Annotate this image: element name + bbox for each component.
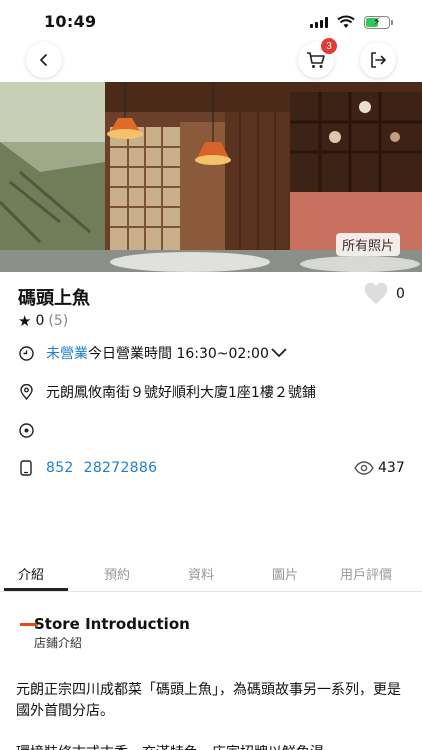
- clock-icon: [18, 345, 34, 361]
- location-icon: [18, 384, 34, 400]
- phone-icon: [18, 460, 34, 476]
- extra-info-row[interactable]: [18, 422, 46, 438]
- rating: ★ 0 (5): [18, 312, 68, 330]
- logout-icon: [371, 52, 386, 68]
- heart-icon: [364, 283, 388, 304]
- eye-icon: [354, 461, 374, 475]
- cart-badge: 3: [321, 38, 337, 54]
- battery-icon: ⚡: [364, 15, 393, 29]
- like-button[interactable]: 0: [364, 283, 405, 305]
- tab-introduction[interactable]: 介紹: [18, 564, 44, 583]
- tab-reviews[interactable]: 用戶評價: [340, 564, 392, 583]
- opening-hours: 今日營業時間 16:30~02:00: [88, 346, 269, 362]
- address: 元朗鳳攸南街９號好順利大廈1座1樓２號鋪: [46, 385, 316, 401]
- phone-row[interactable]: 852 28272886: [18, 460, 157, 476]
- back-icon: [40, 54, 47, 66]
- back-button[interactable]: [26, 42, 62, 78]
- star-icon: ★: [18, 312, 32, 330]
- tab-photos[interactable]: 圖片: [272, 564, 298, 583]
- intro-body: 元朗正宗四川成都菜「碼頭上魚」，為碼頭故事另一系列，更是國外首間分店。: [16, 682, 401, 719]
- phone-number[interactable]: 28272886: [84, 460, 158, 476]
- chevron-down-icon: [271, 348, 287, 358]
- rating-value: 0: [35, 313, 45, 329]
- open-status: 未營業: [46, 346, 88, 362]
- cart-icon: [307, 52, 325, 68]
- tab-info[interactable]: 資料: [188, 564, 214, 583]
- address-row[interactable]: 元朗鳳攸南街９號好順利大廈1座1樓２號鋪: [18, 382, 316, 402]
- hero-photo[interactable]: 所有照片: [0, 82, 422, 272]
- wifi-icon: [337, 15, 355, 28]
- status-time: 10:49: [44, 12, 97, 31]
- opening-hours-row[interactable]: 未營業 今日營業時間 16:30~02:00: [18, 343, 287, 363]
- tab-booking[interactable]: 預約: [104, 564, 130, 583]
- extra-info-icon: [18, 422, 34, 438]
- store-name: 碼頭上魚: [18, 288, 90, 309]
- content-tabs: 介紹 預約 資料 圖片 用戶評價: [0, 558, 422, 592]
- signal-icon: [310, 17, 330, 28]
- rating-count: (5): [48, 313, 69, 329]
- like-count: 0: [396, 286, 405, 302]
- view-count: 437: [354, 460, 405, 476]
- view-count-value: 437: [378, 460, 405, 476]
- cart-button[interactable]: 3: [298, 38, 337, 78]
- all-photos-button[interactable]: 所有照片: [335, 233, 400, 256]
- intro-subtitle: 店鋪介紹: [34, 636, 83, 650]
- status-bar: 10:49 ⚡: [0, 0, 422, 44]
- logout-button[interactable]: [360, 42, 396, 78]
- intro-body-continued: 環境裝修古式古香，充滿特色，店家招牌以鮮魚湯: [16, 742, 408, 750]
- phone-code[interactable]: 852: [46, 460, 74, 476]
- active-tab-indicator: [4, 588, 68, 591]
- intro-title: Store Introduction: [34, 615, 190, 633]
